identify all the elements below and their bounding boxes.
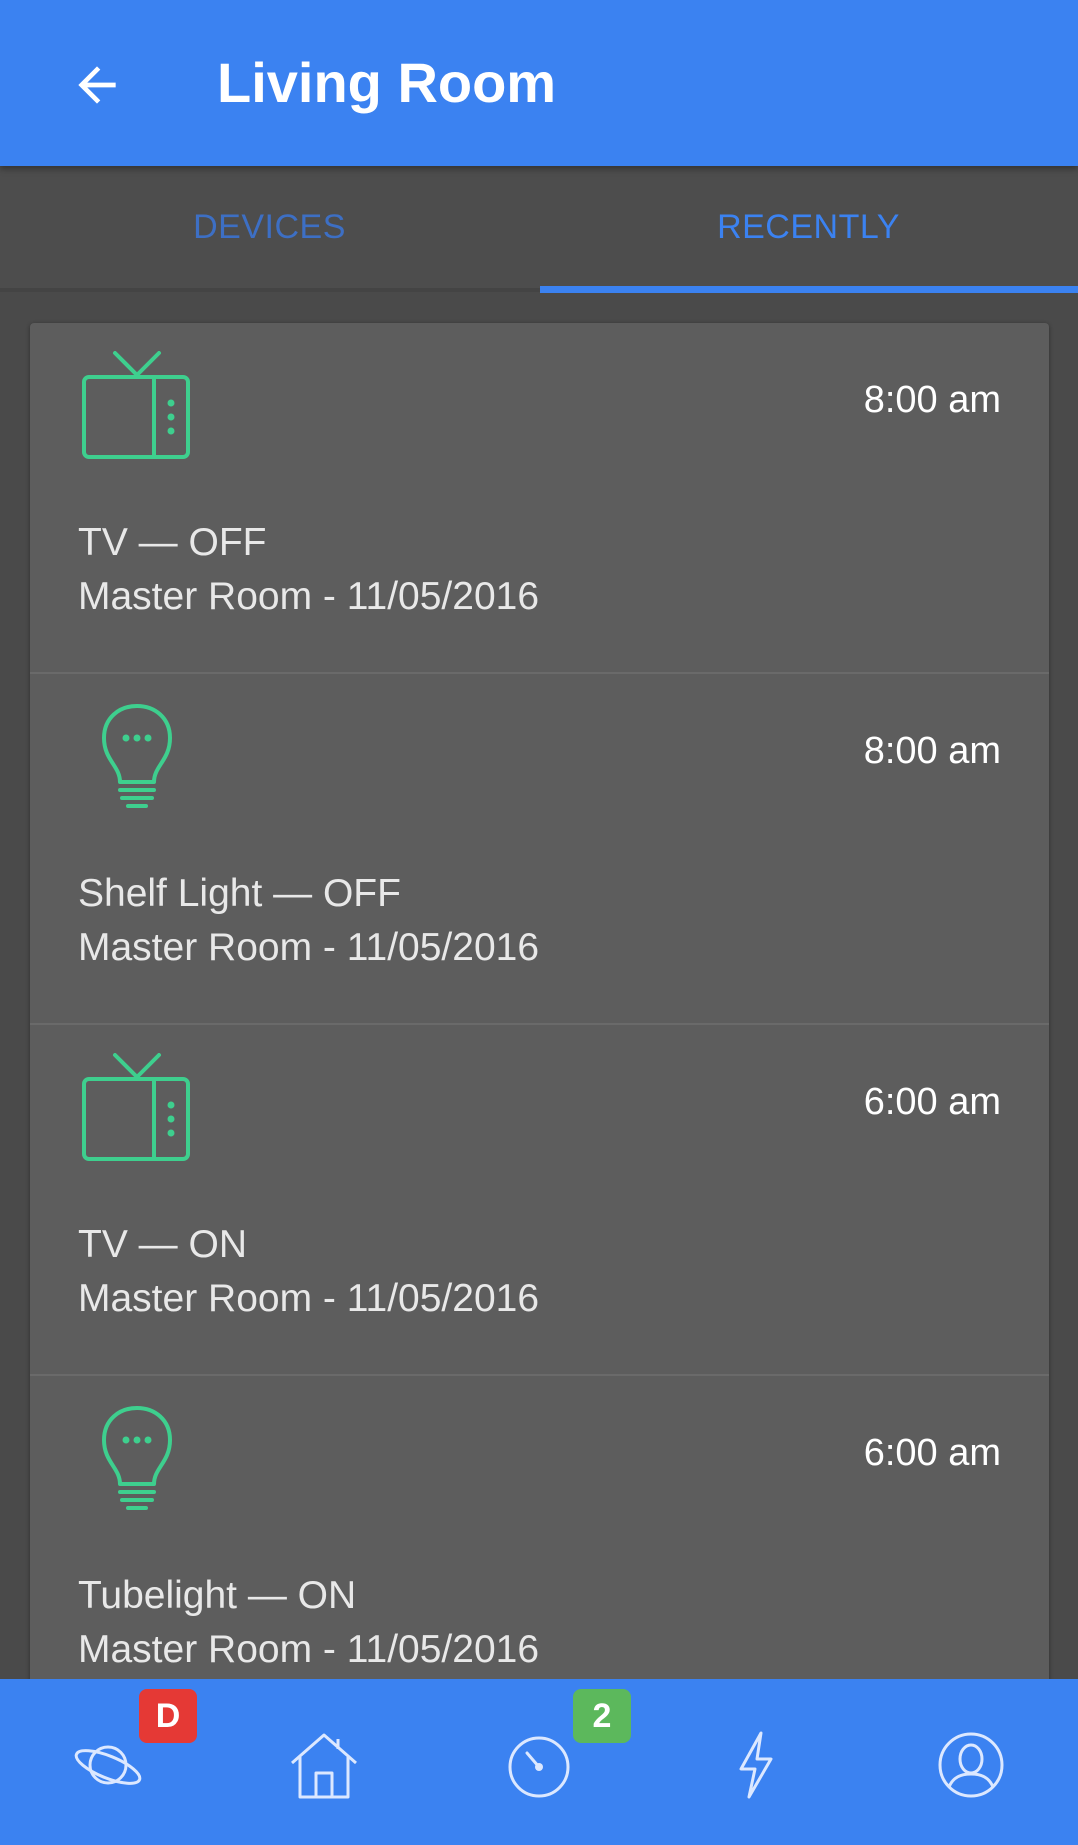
active-tab-indicator: [540, 286, 1078, 293]
item-time: 6:00 am: [863, 1081, 1001, 1123]
item-subtitle: Master Room - 11/05/2016: [78, 1277, 540, 1320]
arrow-left-icon: [78, 66, 116, 104]
nav-explore[interactable]: [68, 1725, 148, 1805]
item-time: 8:00 am: [863, 379, 1001, 421]
nav-profile[interactable]: [931, 1725, 1011, 1805]
app-bar: Living Room: [0, 0, 1078, 166]
tv-icon: [82, 351, 190, 459]
lightning-icon: [739, 1731, 773, 1799]
notification-badge: D: [139, 1689, 197, 1743]
list-item[interactable]: 8:00 am Shelf Light — OFF Master Room - …: [30, 674, 1049, 1025]
tab-bar: DEVICES RECENTLY: [0, 166, 1078, 292]
page-title: Living Room: [217, 51, 557, 114]
nav-energy[interactable]: [715, 1725, 795, 1805]
list-item[interactable]: 6:00 am TV — ON Master Room - 11/05/2016: [30, 1025, 1049, 1376]
nav-timer[interactable]: [499, 1725, 579, 1805]
activity-list: 8:00 am TV — OFF Master Room - 11/05/201…: [30, 323, 1049, 1723]
bulb-icon: [102, 704, 172, 808]
tv-icon: [82, 1053, 190, 1161]
notification-badge: 2: [573, 1689, 631, 1743]
timer-icon: [508, 1736, 570, 1798]
nav-home[interactable]: [284, 1725, 364, 1805]
bulb-icon: [102, 1406, 172, 1510]
profile-icon: [938, 1732, 1004, 1798]
list-item[interactable]: 6:00 am Tubelight — ON Master Room - 11/…: [30, 1376, 1049, 1723]
item-subtitle: Master Room - 11/05/2016: [78, 575, 540, 618]
item-subtitle: Master Room - 11/05/2016: [78, 926, 540, 969]
item-title: Tubelight — ON: [78, 1574, 357, 1617]
back-button[interactable]: [62, 50, 132, 120]
planet-icon: [74, 1745, 142, 1785]
list-item[interactable]: 8:00 am TV — OFF Master Room - 11/05/201…: [30, 323, 1049, 674]
item-time: 6:00 am: [863, 1432, 1001, 1474]
tab-devices[interactable]: DEVICES: [0, 166, 539, 288]
home-icon: [291, 1733, 357, 1799]
item-time: 8:00 am: [863, 730, 1001, 772]
tab-recently[interactable]: RECENTLY: [539, 166, 1078, 288]
item-subtitle: Master Room - 11/05/2016: [78, 1628, 540, 1671]
item-title: Shelf Light — OFF: [78, 872, 401, 915]
item-title: TV — OFF: [78, 521, 267, 564]
item-title: TV — ON: [78, 1223, 248, 1266]
